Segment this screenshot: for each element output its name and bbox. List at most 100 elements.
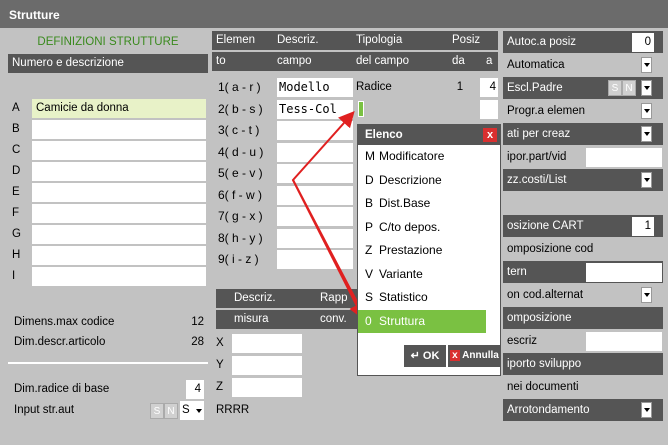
ok-button[interactable]: ↵ OK xyxy=(404,345,446,367)
element-pos-a[interactable]: 4 xyxy=(480,78,498,97)
popup-list: M Modificatore D Descrizione B Dist.Base P C/to… xyxy=(358,145,500,333)
structure-letter: B xyxy=(12,123,20,135)
ok-button-label: OK xyxy=(422,350,440,362)
popup-list-item[interactable]: V Variante xyxy=(358,263,500,287)
element-type[interactable] xyxy=(356,100,426,119)
dim-descr-value[interactable]: 28 xyxy=(170,333,206,352)
divider xyxy=(8,362,208,364)
element-type[interactable]: Radice xyxy=(356,78,426,97)
col-header-descriz-misura: Descriz. xyxy=(234,292,276,304)
structure-name-field[interactable] xyxy=(32,204,206,223)
popup-list-item[interactable]: S Statistico xyxy=(358,286,500,310)
structure-letter: A xyxy=(12,102,20,114)
close-icon[interactable]: x xyxy=(483,128,497,142)
dropdown-button[interactable] xyxy=(641,80,652,96)
option-value-field[interactable]: 1 xyxy=(632,217,654,236)
dropdown-button[interactable] xyxy=(641,287,652,303)
item-code: M xyxy=(365,149,375,163)
dropdown-button[interactable] xyxy=(641,172,652,188)
option-label: on cod.alternat xyxy=(503,284,663,306)
popup-list-item[interactable]: B Dist.Base xyxy=(358,192,500,216)
element-description-field[interactable] xyxy=(277,207,353,226)
option-label: nei documenti xyxy=(503,376,663,398)
option-value-field[interactable]: 0 xyxy=(632,33,654,52)
escl-s-toggle[interactable]: S xyxy=(608,80,622,96)
popup-list-item[interactable]: Z Prestazione xyxy=(358,239,500,263)
structure-name-field[interactable] xyxy=(32,120,206,139)
dropdown-button[interactable] xyxy=(641,57,652,73)
x-field[interactable] xyxy=(232,334,302,353)
popup-title-bar: Elenco x xyxy=(358,125,500,145)
col-header-da: da xyxy=(452,55,465,67)
popup-list-item[interactable]: P C/to depos. xyxy=(358,216,500,240)
structure-name-field[interactable] xyxy=(32,183,206,202)
y-label: Y xyxy=(216,359,224,371)
col-header-posiz: Posiz xyxy=(452,34,481,46)
option-label: zz.costi/List xyxy=(503,169,663,191)
element-index: 9( i - z ) xyxy=(218,252,259,266)
option-label xyxy=(503,192,663,214)
col-header-a: a xyxy=(486,55,493,67)
dropdown-button[interactable] xyxy=(641,126,652,142)
escl-n-toggle[interactable]: N xyxy=(622,80,636,96)
structure-name-field[interactable] xyxy=(32,225,206,244)
option-text-field[interactable] xyxy=(586,148,662,167)
element-index: 6( f - w ) xyxy=(218,187,262,202)
col-header-del-campo: del campo xyxy=(356,55,410,67)
structure-name-field[interactable] xyxy=(32,267,206,286)
input-str-select[interactable]: S xyxy=(180,401,204,420)
y-field[interactable] xyxy=(232,356,302,375)
item-label: Variante xyxy=(379,266,423,281)
col-header-campo: campo xyxy=(277,55,312,67)
item-code: D xyxy=(365,172,374,187)
structure-letter: D xyxy=(12,165,21,177)
option-text-field[interactable] xyxy=(586,332,662,351)
structure-name-field[interactable]: Camicie da donna xyxy=(32,99,206,118)
strutture-window: Strutture DEFINIZIONI STRUTTURE Numero e… xyxy=(0,0,668,445)
popup-list-item[interactable]: M Modificatore xyxy=(358,145,500,169)
cancel-button[interactable]: x Annulla xyxy=(448,345,501,367)
input-str-value: S xyxy=(182,404,190,416)
footer-code: RRRR xyxy=(216,404,250,416)
enter-icon: ↵ xyxy=(410,350,423,362)
z-field[interactable] xyxy=(232,378,302,397)
left-subheader: Numero e descrizione xyxy=(8,54,208,73)
element-index: 4( d - u ) xyxy=(218,144,264,159)
dimens-max-value[interactable]: 12 xyxy=(170,313,206,332)
element-description-field[interactable] xyxy=(277,250,353,269)
element-description-field[interactable] xyxy=(277,185,353,205)
option-label: Escl.Padre xyxy=(503,77,663,99)
dim-descr-label: Dim.descr.articolo xyxy=(14,336,106,348)
popup-list-item[interactable]: D Descrizione xyxy=(358,169,500,193)
col-header-rapp: Rapp xyxy=(320,292,348,304)
structure-name-field[interactable] xyxy=(32,162,206,181)
structure-name-field[interactable] xyxy=(32,141,206,160)
input-n-toggle[interactable]: N xyxy=(164,403,178,419)
left-header: DEFINIZIONI STRUTTURE xyxy=(37,36,179,48)
type-field-cursor[interactable] xyxy=(358,101,364,117)
element-pos-da[interactable] xyxy=(452,100,468,119)
element-pos-da[interactable]: 1 xyxy=(452,78,468,97)
element-description-field[interactable]: Modello xyxy=(277,78,353,97)
element-description-field[interactable] xyxy=(277,228,353,248)
chevron-down-icon xyxy=(644,178,650,182)
option-label: omposizione cod xyxy=(503,238,663,260)
element-description-field[interactable] xyxy=(277,121,353,140)
dropdown-button[interactable] xyxy=(641,103,652,119)
col-header-misura: misura xyxy=(234,313,269,325)
window-title: Strutture xyxy=(0,0,668,28)
structure-letter: H xyxy=(12,249,21,261)
element-description-field[interactable] xyxy=(277,142,353,162)
popup-list-item[interactable]: 0 Struttura xyxy=(358,309,486,333)
chevron-down-icon xyxy=(644,86,650,90)
element-description-field[interactable]: Tess-Col xyxy=(277,99,353,119)
dropdown-button[interactable] xyxy=(641,402,652,418)
option-text-field[interactable] xyxy=(586,263,662,282)
input-s-toggle[interactable]: S xyxy=(150,403,164,419)
structure-name-field[interactable] xyxy=(32,246,206,265)
option-label: iporto sviluppo xyxy=(503,353,663,375)
element-description-field[interactable] xyxy=(277,164,353,183)
element-pos-a[interactable] xyxy=(480,99,498,119)
radice-value[interactable]: 4 xyxy=(186,380,204,399)
structure-letter: F xyxy=(12,207,20,219)
